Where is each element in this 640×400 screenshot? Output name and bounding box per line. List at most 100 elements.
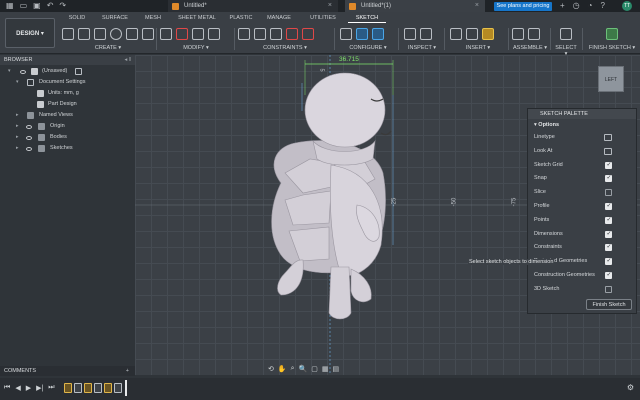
configure-icon[interactable] xyxy=(372,28,384,40)
finish-sketch-button[interactable]: Finish Sketch xyxy=(586,299,632,310)
grid-menu-icon[interactable]: ▦ xyxy=(6,1,14,10)
create-sketch-icon[interactable] xyxy=(62,28,74,40)
constraints-menu[interactable]: CONSTRAINTS ▾ xyxy=(238,45,332,51)
points-checkbox[interactable] xyxy=(605,214,612,228)
tree-item-root[interactable]: ▾ (Unsaved) xyxy=(0,66,135,77)
grid-settings-icon[interactable]: ▦ xyxy=(322,365,329,373)
fit-icon[interactable]: 🔍 xyxy=(299,365,308,373)
go-start-icon[interactable]: ⏮ xyxy=(4,384,10,392)
circle-icon[interactable] xyxy=(110,28,122,40)
save-icon[interactable]: ▣ xyxy=(33,1,41,10)
insert-dxf-icon[interactable] xyxy=(450,28,462,40)
help-icon[interactable]: ? xyxy=(601,1,605,10)
close-tab-icon[interactable]: × xyxy=(475,0,479,12)
orbit-icon[interactable]: ⟲ xyxy=(268,365,274,373)
finish-sketch-menu[interactable]: FINISH SKETCH ▾ xyxy=(588,45,636,51)
dimensions-checkbox[interactable] xyxy=(605,228,612,241)
expand-arrow-icon[interactable]: ▸ xyxy=(16,121,19,132)
workspace-dropdown[interactable]: DESIGN ▾ xyxy=(5,18,55,48)
polygon-icon[interactable] xyxy=(142,28,154,40)
offset-icon[interactable] xyxy=(192,28,204,40)
step-forward-icon[interactable]: ▶| xyxy=(36,384,43,392)
go-end-icon[interactable]: ⏭ xyxy=(48,384,54,392)
parallel-icon[interactable] xyxy=(254,28,266,40)
tree-item-sketches[interactable]: ▸ Sketches xyxy=(0,143,135,154)
line-icon[interactable] xyxy=(78,28,90,40)
browser-controls[interactable]: ◂ ‖ xyxy=(124,55,131,65)
document-tab-2[interactable]: Untitled*(1) × xyxy=(345,0,485,12)
timeline-marker[interactable] xyxy=(125,380,127,396)
parameters-icon[interactable] xyxy=(340,28,352,40)
linetype-icon[interactable] xyxy=(604,134,612,141)
create-menu[interactable]: CREATE ▾ xyxy=(62,45,154,51)
timeline-feature-icon[interactable] xyxy=(114,383,122,393)
tree-item-bodies[interactable]: ▸ Bodies xyxy=(0,132,135,143)
trim-icon[interactable] xyxy=(176,28,188,40)
projected-geometries-checkbox[interactable] xyxy=(605,255,612,269)
insert-menu[interactable]: INSERT ▾ xyxy=(450,45,506,51)
visibility-eye-icon[interactable] xyxy=(26,136,32,140)
tree-item-document-settings[interactable]: ▾ Document Settings xyxy=(0,77,135,88)
measure-icon[interactable] xyxy=(404,28,416,40)
collapse-arrow-icon[interactable]: ▾ xyxy=(8,66,11,77)
select-icon[interactable] xyxy=(560,28,572,40)
gear-icon[interactable]: ⚙ xyxy=(627,383,634,392)
display-mode-icon[interactable]: ▢ xyxy=(311,365,318,373)
palette-title[interactable]: SKETCH PALETTE xyxy=(528,109,636,119)
redo-icon[interactable]: ↷ xyxy=(59,1,66,10)
equal-icon[interactable] xyxy=(302,28,314,40)
undo-icon[interactable]: ↶ xyxy=(47,1,54,10)
fix-icon[interactable] xyxy=(286,28,298,40)
snap-checkbox[interactable] xyxy=(605,172,612,186)
timeline-feature-icon[interactable] xyxy=(84,383,92,393)
options-header[interactable]: ▾ Options xyxy=(528,119,636,131)
3d-sketch-checkbox[interactable] xyxy=(605,285,612,293)
fillet-icon[interactable] xyxy=(160,28,172,40)
expand-arrow-icon[interactable]: ▸ xyxy=(16,110,19,121)
step-back-icon[interactable]: ◀ xyxy=(15,384,20,392)
interference-icon[interactable] xyxy=(420,28,432,40)
bell-icon[interactable]: ◔ xyxy=(588,1,593,10)
profile-checkbox[interactable] xyxy=(605,200,612,214)
extend-icon[interactable] xyxy=(208,28,220,40)
add-comment-icon[interactable]: + xyxy=(126,366,129,376)
timeline-feature-icon[interactable] xyxy=(104,383,112,393)
visibility-eye-icon[interactable] xyxy=(26,125,32,129)
play-icon[interactable]: ▶ xyxy=(26,384,31,392)
slice-checkbox[interactable] xyxy=(605,189,612,197)
expand-arrow-icon[interactable]: ▸ xyxy=(16,132,19,143)
collapse-arrow-icon[interactable]: ▾ xyxy=(16,77,19,88)
view-cube[interactable]: LEFT xyxy=(598,66,624,92)
zoom-icon[interactable]: ⌕ xyxy=(291,365,295,373)
constraints-checkbox[interactable] xyxy=(605,241,612,255)
finish-sketch-icon[interactable] xyxy=(606,28,618,40)
expand-arrow-icon[interactable]: ▸ xyxy=(16,143,19,154)
assemble-menu[interactable]: ASSEMBLE ▾ xyxy=(512,45,548,51)
joint-icon[interactable] xyxy=(528,28,540,40)
tab-sheet-metal[interactable]: SHEET METAL xyxy=(172,13,222,23)
coincident-icon[interactable] xyxy=(238,28,250,40)
modify-menu[interactable]: MODIFY ▾ xyxy=(160,45,232,51)
document-tab-1[interactable]: Untitled* × xyxy=(168,0,338,12)
pan-icon[interactable]: ✋ xyxy=(278,365,287,373)
tab-plastic[interactable]: PLASTIC xyxy=(222,13,260,23)
dimension-small-value[interactable]: 5 xyxy=(319,68,325,71)
file-icon[interactable]: ▭ xyxy=(20,1,28,10)
timeline-feature-icon[interactable] xyxy=(64,383,72,393)
visibility-eye-icon[interactable] xyxy=(20,70,26,74)
sketch-grid-checkbox[interactable] xyxy=(605,159,612,172)
tree-item-origin[interactable]: ▸ Origin xyxy=(0,121,135,132)
tab-sketch[interactable]: SKETCH xyxy=(348,13,386,23)
visibility-eye-icon[interactable] xyxy=(26,147,32,151)
inspect-menu[interactable]: INSPECT ▾ xyxy=(404,45,440,51)
look-at-icon[interactable] xyxy=(604,147,612,155)
construction-geometries-checkbox[interactable] xyxy=(605,269,612,283)
plans-pricing-button[interactable]: See plans and pricing xyxy=(494,2,552,11)
dimension-value[interactable]: 36.715 xyxy=(339,56,359,63)
tree-item-part-design[interactable]: Part Design xyxy=(0,99,135,110)
tab-mesh[interactable]: MESH xyxy=(134,13,172,23)
clock-icon[interactable]: ◷ xyxy=(573,1,580,10)
arc-icon[interactable] xyxy=(126,28,138,40)
tab-surface[interactable]: SURFACE xyxy=(96,13,134,23)
table-icon[interactable] xyxy=(356,28,368,40)
